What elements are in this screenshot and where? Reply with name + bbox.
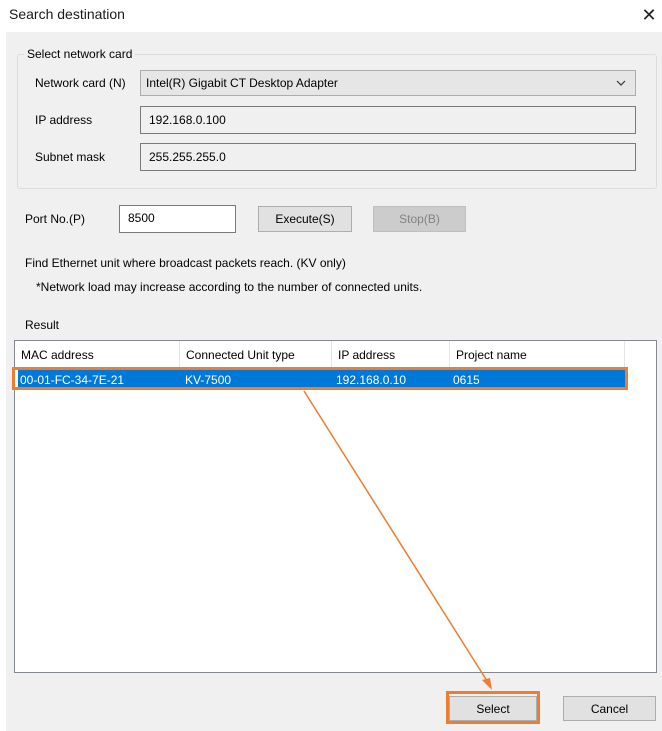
annotation-arrow (303, 390, 492, 690)
